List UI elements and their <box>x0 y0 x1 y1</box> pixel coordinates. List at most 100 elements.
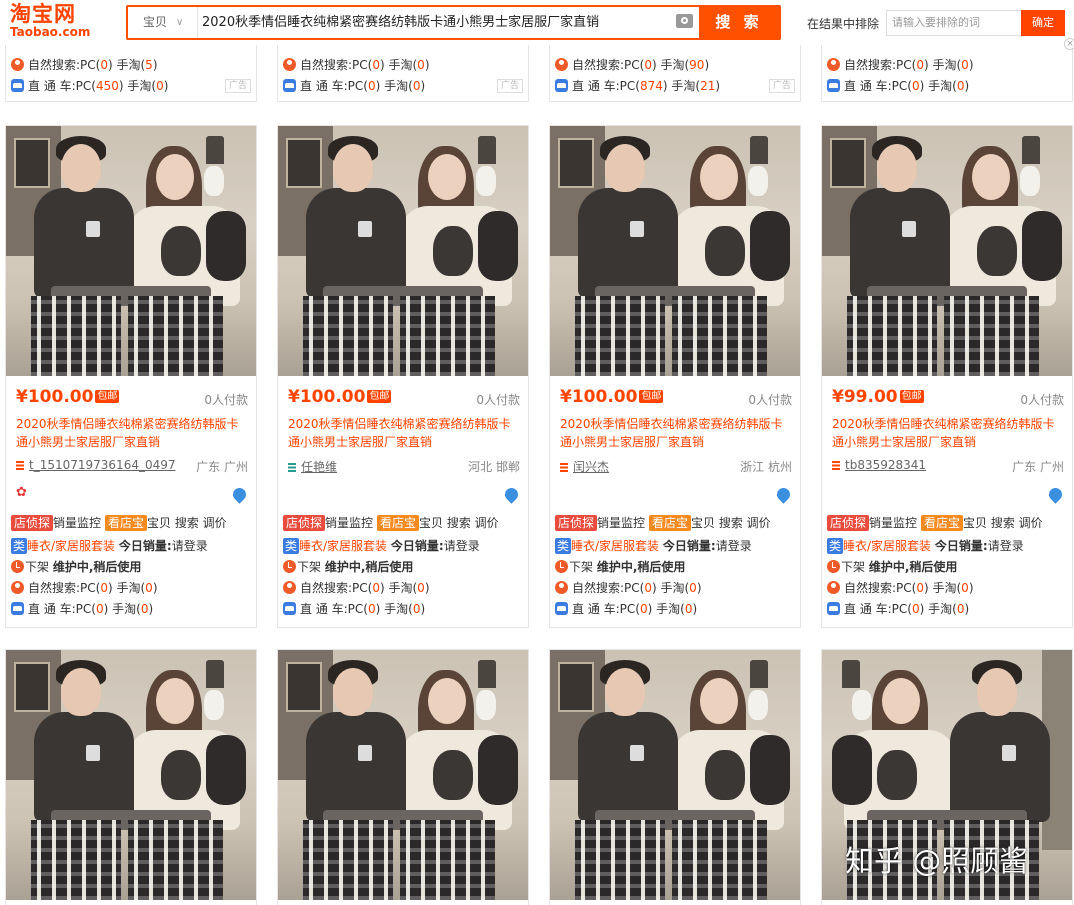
product-card[interactable] <box>5 649 257 905</box>
paid-traffic-row: 直 通 车:PC(0) 手淘(0) <box>283 600 523 618</box>
person-icon <box>11 581 24 594</box>
car-icon <box>283 602 296 615</box>
item-search-price-links[interactable]: 宝贝 搜索 调价 <box>147 516 227 530</box>
natural-search-row: 自然搜索:PC(0) 手淘(0) <box>11 579 251 597</box>
paid-traffic-row: 直 通 车:PC(874) 手淘(21) <box>555 77 795 95</box>
sales-monitor-link[interactable]: 销量监控 <box>869 516 917 530</box>
tag-shop-detective[interactable]: 店侦探 <box>11 515 54 531</box>
natural-search-row: 自然搜索:PC(0) 手淘(5) <box>11 56 251 74</box>
category-link[interactable]: 睡衣/家居服套装 <box>571 539 659 553</box>
shop-name-link[interactable]: t_1510719736164_0497 <box>29 458 176 472</box>
shop-row: t_1510719736164_0497 广东 广州 <box>16 458 248 474</box>
product-image[interactable] <box>6 126 256 376</box>
sales-monitor-link[interactable]: 销量监控 <box>597 516 645 530</box>
item-search-price-links[interactable]: 宝贝 搜索 调价 <box>963 516 1043 530</box>
price: ¥99.00 <box>832 387 898 407</box>
clock-icon <box>827 560 840 573</box>
person-icon <box>283 58 296 71</box>
product-card[interactable]: ¥99.00 包邮 0人付款 2020秋季情侣睡衣纯棉紧密赛络纺韩版卡通小熊男士家… <box>821 125 1073 628</box>
free-shipping-badge: 包邮 <box>367 390 392 403</box>
car-icon <box>11 602 24 615</box>
tools-row: 店侦探 销量监控 看店宝 宝贝 搜索 调价 <box>555 514 795 532</box>
product-card[interactable]: ¥100.00 包邮 0人付款 2020秋季情侣睡衣纯棉紧密赛络纺韩版卡通小熊男士… <box>549 125 801 628</box>
product-title-link[interactable]: 2020秋季情侣睡衣纯棉紧密赛络纺韩版卡通小熊男士家居服厂家直销 <box>832 415 1064 451</box>
product-image[interactable] <box>278 126 528 376</box>
product-image[interactable] <box>550 650 800 900</box>
shop-name-link[interactable]: tb835928341 <box>845 458 926 472</box>
close-icon[interactable]: × <box>1064 38 1074 50</box>
item-search-price-links[interactable]: 宝贝 搜索 调价 <box>691 516 771 530</box>
wangwang-chat-icon[interactable] <box>502 485 521 504</box>
category-link[interactable]: 睡衣/家居服套装 <box>27 539 115 553</box>
login-link[interactable]: 请登录 <box>172 539 208 553</box>
free-shipping-badge: 包邮 <box>899 390 924 403</box>
shop-name-link[interactable]: 闰兴杰 <box>573 460 609 474</box>
tag-shop-viewer[interactable]: 看店宝 <box>377 515 420 531</box>
category-link[interactable]: 睡衣/家居服套装 <box>843 539 931 553</box>
category-tag: 类 <box>827 538 844 554</box>
wangwang-chat-icon[interactable] <box>1046 485 1065 504</box>
shop-icon <box>16 461 24 470</box>
tag-shop-viewer[interactable]: 看店宝 <box>649 515 692 531</box>
product-image[interactable] <box>6 650 256 900</box>
natural-search-row: 自然搜索:PC(0) 手淘(90) <box>555 56 795 74</box>
shop-location: 广东 广州 <box>1012 460 1064 474</box>
top-search-bar: 淘宝网 Taobao.com 宝贝 ∨ 2020秋季情侣睡衣纯棉紧密赛络纺韩版卡… <box>0 0 1074 45</box>
shop-location: 浙江 杭州 <box>740 460 792 474</box>
delist-row: 下架 维护中,稍后使用 <box>827 558 1067 576</box>
camera-icon[interactable] <box>676 14 693 28</box>
wangwang-chat-icon[interactable] <box>774 485 793 504</box>
exclude-input[interactable]: 请输入要排除的词 <box>886 10 1022 36</box>
login-link[interactable]: 请登录 <box>444 539 480 553</box>
category-row: 类睡衣/家居服套装 今日销量:请登录 <box>555 537 795 555</box>
category-link[interactable]: 睡衣/家居服套装 <box>299 539 387 553</box>
tag-shop-detective[interactable]: 店侦探 <box>827 515 870 531</box>
product-card[interactable] <box>549 649 801 905</box>
product-card[interactable]: ¥100.00 包邮 0人付款 2020秋季情侣睡衣纯棉紧密赛络纺韩版卡通小熊男士… <box>277 125 529 628</box>
natural-search-row: 自然搜索:PC(0) 手淘(0) <box>283 579 523 597</box>
product-image[interactable] <box>278 650 528 900</box>
flower-icon[interactable]: ✿ <box>16 486 30 500</box>
product-image[interactable] <box>822 126 1072 376</box>
natural-search-row: 自然搜索:PC(0) 手淘(0) <box>827 56 1067 74</box>
tag-shop-detective[interactable]: 店侦探 <box>283 515 326 531</box>
today-sales-label: 今日销量: <box>934 539 988 553</box>
product-card[interactable]: ¥100.00 包邮 0人付款 2020秋季情侣睡衣纯棉紧密赛络纺韩版卡通小熊男士… <box>5 125 257 628</box>
price: ¥100.00 <box>560 387 638 407</box>
sales-monitor-link[interactable]: 销量监控 <box>53 516 101 530</box>
search-button[interactable]: 搜 索 <box>699 7 779 38</box>
taobao-search-results-page: 淘宝网 Taobao.com 宝贝 ∨ 2020秋季情侣睡衣纯棉紧密赛络纺韩版卡… <box>0 0 1074 905</box>
shop-icon <box>560 463 568 472</box>
ad-tag: 广告 <box>497 79 523 93</box>
today-sales-label: 今日销量: <box>662 539 716 553</box>
product-image[interactable] <box>550 126 800 376</box>
natural-search-row: 自然搜索:PC(0) 手淘(0) <box>283 56 523 74</box>
chevron-down-icon: ∨ <box>176 17 184 28</box>
free-shipping-badge: 包邮 <box>639 390 664 403</box>
product-title-link[interactable]: 2020秋季情侣睡衣纯棉紧密赛络纺韩版卡通小熊男士家居服厂家直销 <box>16 415 248 451</box>
product-title-link[interactable]: 2020秋季情侣睡衣纯棉紧密赛络纺韩版卡通小熊男士家居服厂家直销 <box>288 415 520 451</box>
login-link[interactable]: 请登录 <box>988 539 1024 553</box>
product-title-link[interactable]: 2020秋季情侣睡衣纯棉紧密赛络纺韩版卡通小熊男士家居服厂家直销 <box>560 415 792 451</box>
tag-shop-viewer[interactable]: 看店宝 <box>921 515 964 531</box>
sales-monitor-link[interactable]: 销量监控 <box>325 516 373 530</box>
result-card-partial: 自然搜索:PC(0) 手淘(0) 直 通 车:PC(0) 手淘(0) 广告 <box>277 40 529 102</box>
login-link[interactable]: 请登录 <box>716 539 752 553</box>
tag-shop-viewer[interactable]: 看店宝 <box>105 515 148 531</box>
exclude-label: 在结果中排除 <box>807 17 880 31</box>
shop-name-link[interactable]: 任艳维 <box>301 460 337 474</box>
item-search-price-links[interactable]: 宝贝 搜索 调价 <box>419 516 499 530</box>
search-input[interactable]: 2020秋季情侣睡衣纯棉紧密赛络纺韩版卡通小熊男士家居服厂家直销 <box>202 7 672 38</box>
car-icon <box>555 79 568 92</box>
wangwang-chat-icon[interactable] <box>230 485 249 504</box>
taobao-logo[interactable]: 淘宝网 Taobao.com <box>10 3 102 41</box>
buyer-count: 0人付款 <box>748 393 792 407</box>
logo-text-cn: 淘宝网 <box>10 2 76 26</box>
car-icon <box>827 602 840 615</box>
product-card[interactable] <box>277 649 529 905</box>
tag-shop-detective[interactable]: 店侦探 <box>555 515 598 531</box>
exclude-confirm-button[interactable]: 确定 <box>1021 10 1065 36</box>
paid-traffic-row: 直 通 车:PC(450) 手淘(0) <box>11 77 251 95</box>
search-scope-dropdown[interactable]: 宝贝 ∨ <box>128 7 198 38</box>
today-sales-label: 今日销量: <box>390 539 444 553</box>
